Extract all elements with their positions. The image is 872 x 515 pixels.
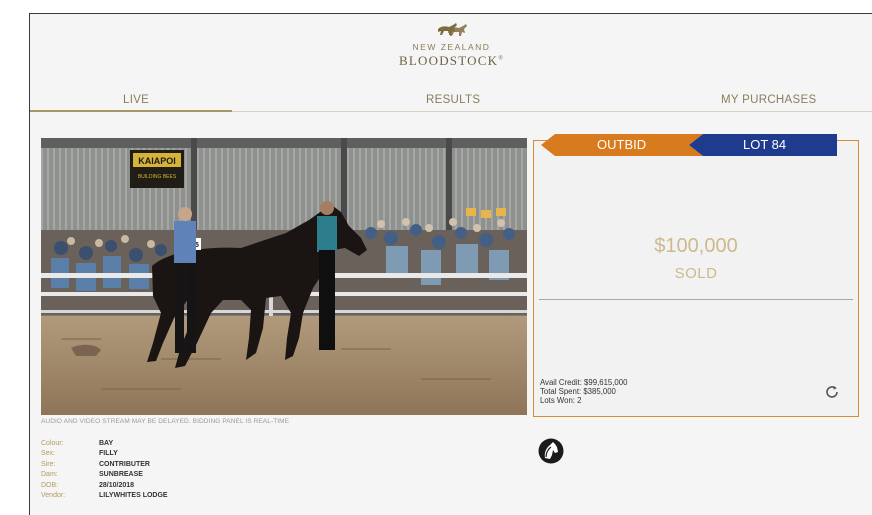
venue-sign-sub: BUILDING BEES bbox=[138, 174, 177, 180]
lot-details: Colour: BAY Sex: FILLY Sire: CONTRIBUTER Da… bbox=[41, 439, 168, 501]
brand-reg: ® bbox=[498, 55, 504, 62]
lots-won: Lots Won: 2 bbox=[540, 396, 582, 405]
detail-value: BAY bbox=[99, 440, 114, 447]
detail-value: 28/10/2018 bbox=[99, 481, 135, 489]
avail-credit: Avail Credit: $99,615,000 bbox=[540, 378, 628, 387]
detail-value: FILLY bbox=[99, 450, 118, 458]
detail-label: Dam: bbox=[41, 471, 58, 479]
sold-price: $100,000 bbox=[654, 235, 738, 257]
detail-value: LILYWHITES LODGE bbox=[99, 492, 168, 500]
detail-dam: Dam: SUNBREASE bbox=[41, 470, 168, 480]
ribbon-shape bbox=[541, 134, 837, 156]
sale-result: SOLD bbox=[674, 265, 718, 282]
app-frame: NEW ZEALAND BLOODSTOCK® LIVE RESULTS MY … bbox=[29, 13, 872, 515]
detail-label: Vendor: bbox=[41, 492, 66, 500]
outbid-label: OUTBID bbox=[597, 137, 647, 152]
brand-line2: BLOODSTOCK® bbox=[30, 53, 872, 69]
buyer-stats: Avail Credit: $99,615,000 Total Spent: $… bbox=[540, 378, 627, 405]
detail-colour: Colour: BAY bbox=[41, 439, 168, 449]
venue-sign-text: KAIAPOI bbox=[138, 156, 176, 166]
detail-sire: Sire: CONTRIBUTER bbox=[41, 460, 168, 470]
bid-status-ribbon: OUTBID LOT 84 bbox=[541, 134, 837, 156]
active-tab-indicator bbox=[30, 110, 232, 112]
detail-label: DOB: bbox=[41, 481, 59, 489]
brand-logo: NEW ZEALAND BLOODSTOCK® bbox=[30, 20, 872, 69]
live-video-stream[interactable]: KAIAPOI BUILDING BEES 185 bbox=[41, 138, 527, 415]
lot-number: LOT 84 bbox=[743, 137, 787, 152]
panel-divider bbox=[539, 299, 853, 300]
detail-value: SUNBREASE bbox=[99, 471, 143, 479]
brand-name: BLOODSTOCK bbox=[399, 53, 499, 68]
detail-label: Sire: bbox=[41, 460, 56, 468]
detail-label: Sex: bbox=[41, 450, 56, 458]
detail-dob: DOB: 28/10/2018 bbox=[41, 481, 168, 491]
detail-sex: Sex: FILLY bbox=[41, 449, 168, 459]
detail-value: CONTRIBUTER bbox=[99, 460, 150, 468]
video-frame: KAIAPOI BUILDING BEES 185 bbox=[41, 138, 527, 415]
refresh-icon[interactable] bbox=[823, 383, 841, 401]
brand-line1: NEW ZEALAND bbox=[412, 42, 491, 52]
stream-disclaimer: AUDIO AND VIDEO STREAM MAY BE DELAYED. B… bbox=[41, 418, 290, 425]
tab-results[interactable]: RESULTS bbox=[426, 94, 480, 106]
tab-my-purchases[interactable]: MY PURCHASES bbox=[721, 94, 816, 106]
horse-head-icon bbox=[538, 438, 564, 464]
horse-logo-icon bbox=[437, 23, 467, 36]
total-spent: Total Spent: $385,000 bbox=[540, 387, 616, 396]
detail-label: Colour: bbox=[41, 440, 64, 447]
tab-live[interactable]: LIVE bbox=[123, 94, 149, 106]
detail-vendor: Vendor: LILYWHITES LODGE bbox=[41, 491, 168, 501]
